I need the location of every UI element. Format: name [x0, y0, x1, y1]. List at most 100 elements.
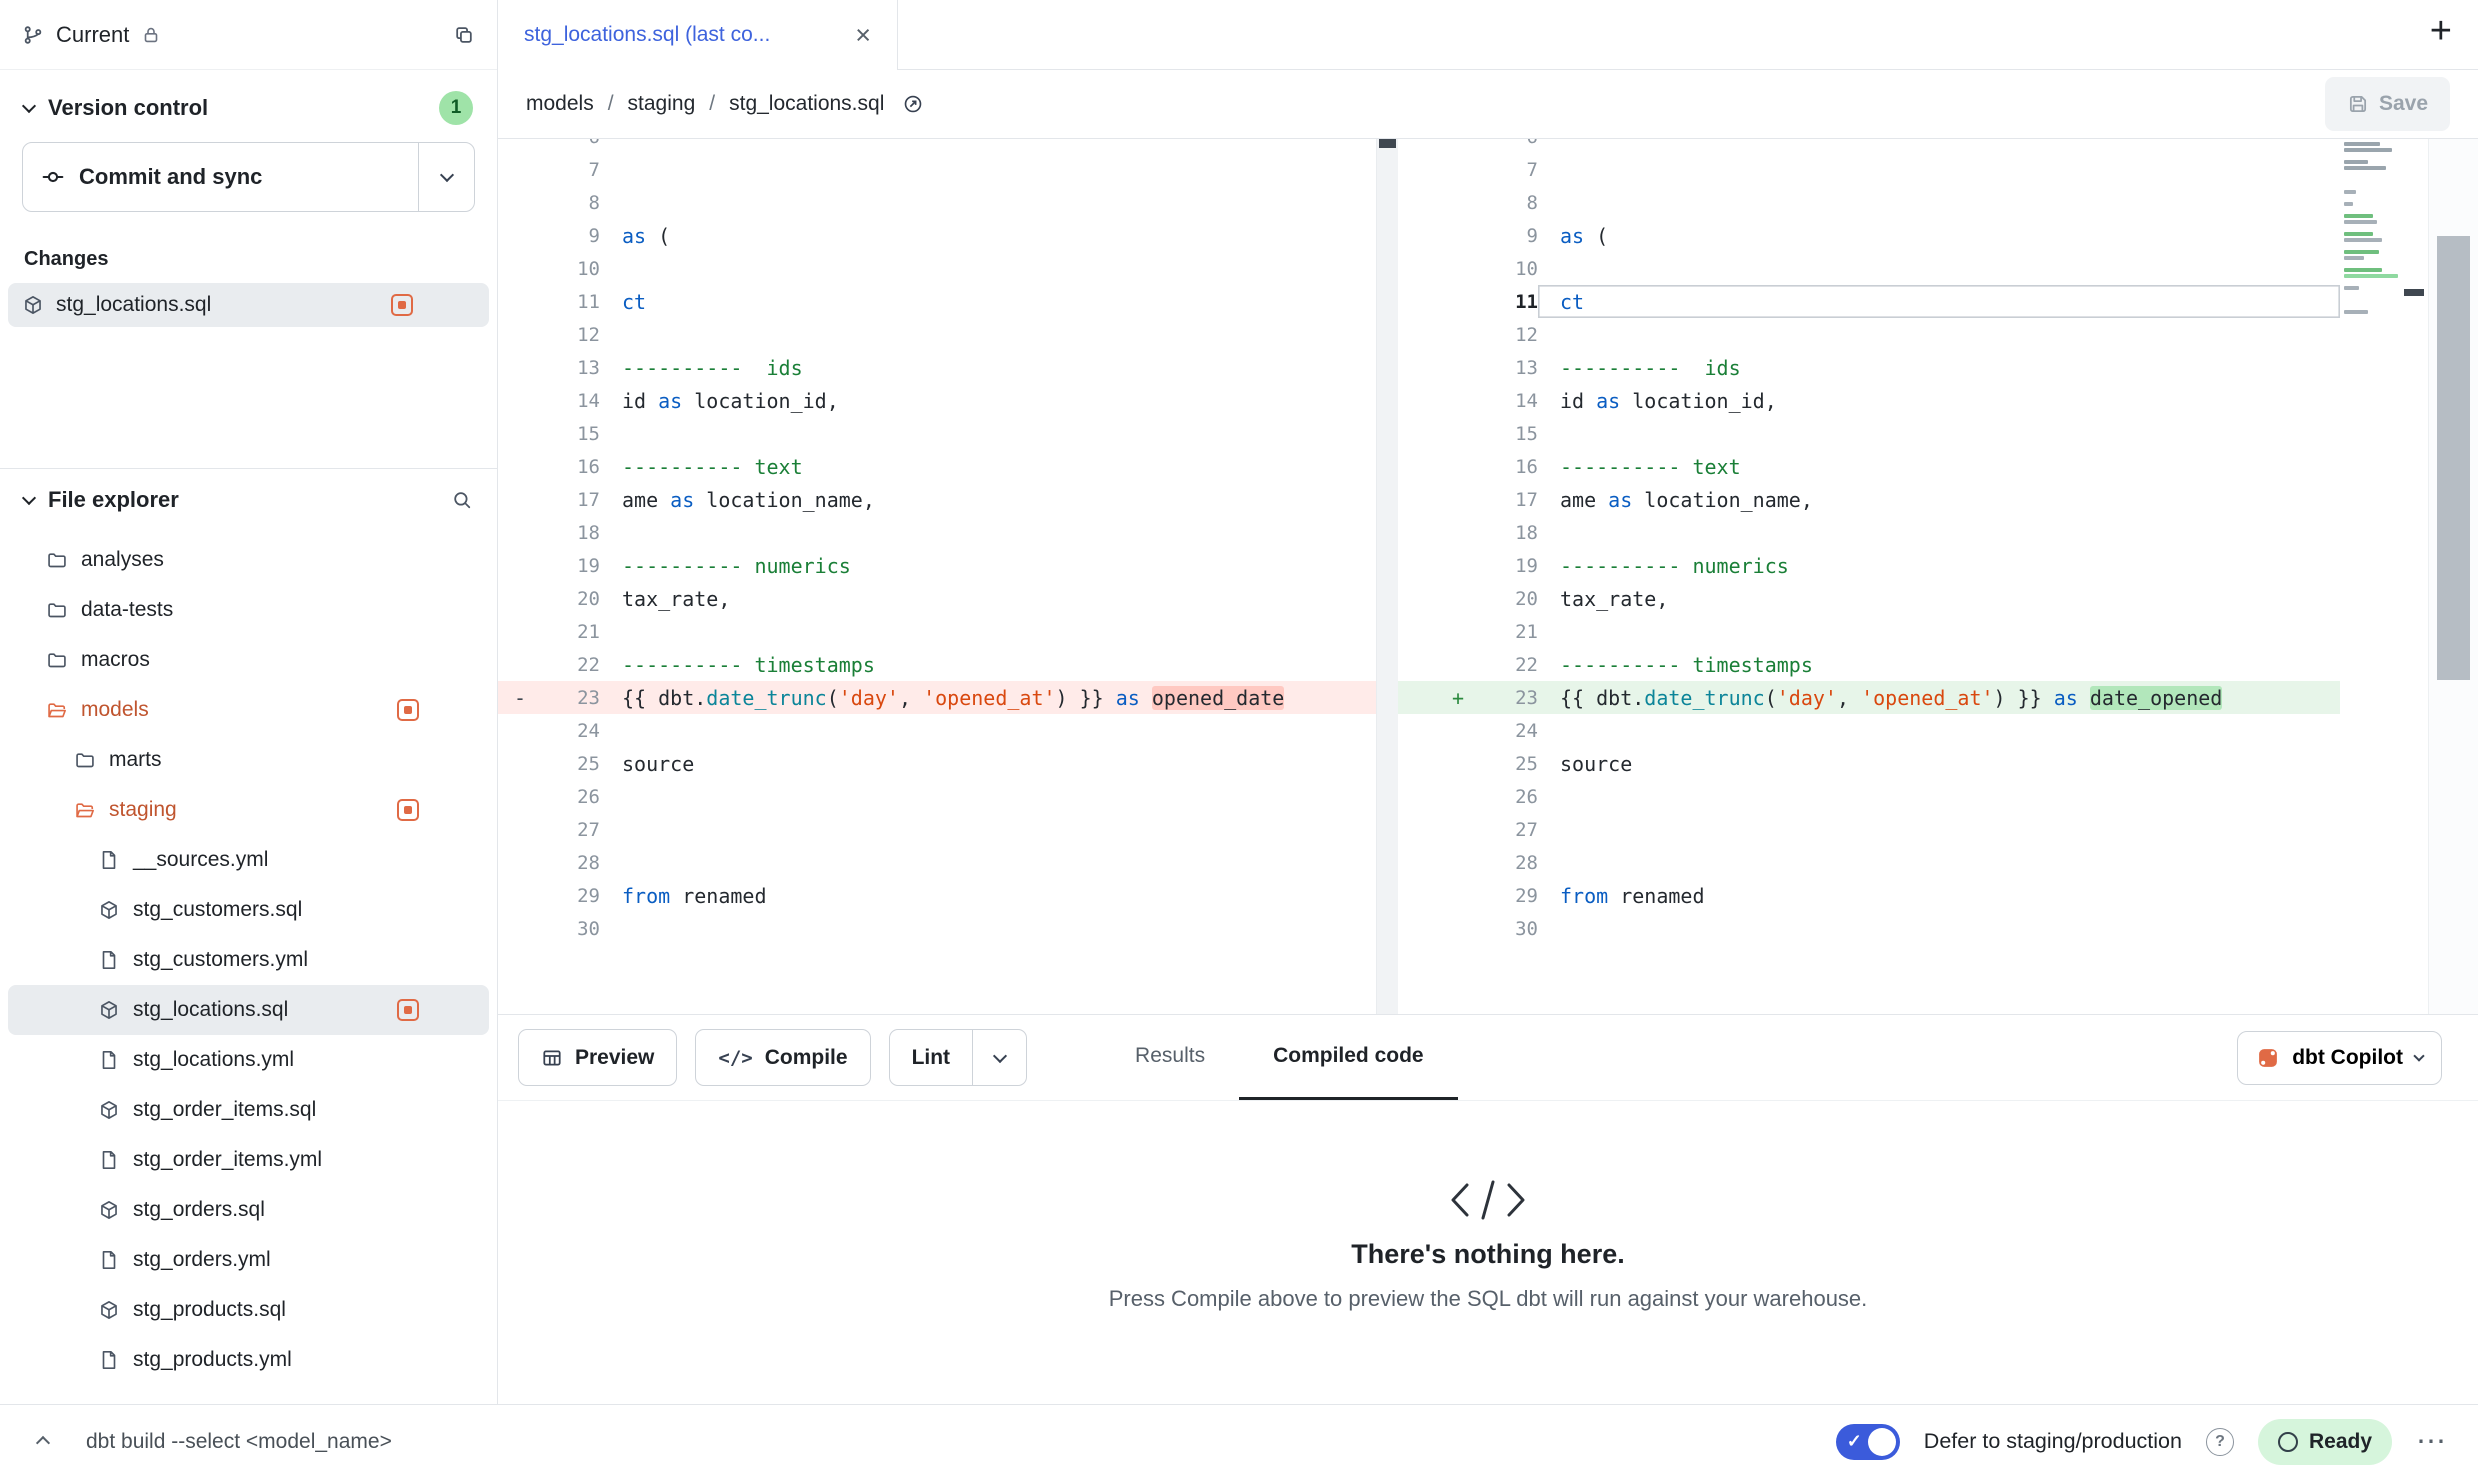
code-line-24[interactable]: 24 [498, 714, 1376, 747]
help-icon[interactable]: ? [2206, 1428, 2234, 1456]
code-line-10[interactable]: 10 [1398, 252, 2340, 285]
code-line-25[interactable]: 25source [498, 747, 1376, 780]
scrollbar-thumb[interactable] [2437, 236, 2470, 680]
code-line-7[interactable]: 7 [498, 153, 1376, 186]
tree-item-stg_order_items-sql[interactable]: stg_order_items.sql [8, 1085, 489, 1135]
compile-button[interactable]: </> Compile [695, 1029, 870, 1086]
search-icon[interactable] [451, 489, 473, 511]
tree-item-marts[interactable]: marts [8, 735, 489, 785]
changed-file-row[interactable]: stg_locations.sql [8, 283, 489, 327]
code-line-7[interactable]: 7 [1398, 153, 2340, 186]
lint-button[interactable]: Lint [889, 1029, 973, 1086]
code-line-13[interactable]: 13---------- ids [498, 351, 1376, 384]
tree-item-stg_products-sql[interactable]: stg_products.sql [8, 1285, 489, 1335]
tree-item-staging[interactable]: staging [8, 785, 489, 835]
close-icon[interactable]: × [855, 22, 871, 49]
commit-options-button[interactable] [418, 143, 474, 211]
code-line-28[interactable]: 28 [1398, 846, 2340, 879]
code-line-14[interactable]: 14id as location_id, [1398, 384, 2340, 417]
cli-command-text[interactable]: dbt build --select <model_name> [86, 1430, 392, 1454]
code-line-18[interactable]: 18 [498, 516, 1376, 549]
save-button[interactable]: Save [2325, 77, 2450, 131]
overflow-menu-button[interactable]: ⋯ [2416, 1424, 2448, 1459]
code-line-22[interactable]: 22---------- timestamps [498, 648, 1376, 681]
tree-item-analyses[interactable]: analyses [8, 535, 489, 585]
version-control-header[interactable]: Version control 1 [0, 86, 497, 130]
lineage-icon[interactable] [902, 93, 924, 115]
tab-results[interactable]: Results [1101, 1015, 1239, 1100]
branch-selector[interactable]: Current [0, 0, 497, 70]
code-line-9[interactable]: 9as ( [1398, 219, 2340, 252]
code-line-26[interactable]: 26 [1398, 780, 2340, 813]
code-line-25[interactable]: 25source [1398, 747, 2340, 780]
code-line-17[interactable]: 17ame as location_name, [498, 483, 1376, 516]
code-line-27[interactable]: 27 [1398, 813, 2340, 846]
code-line-23[interactable]: +23{{ dbt.date_trunc('day', 'opened_at')… [1398, 681, 2340, 714]
expand-panel-button[interactable] [30, 1424, 56, 1459]
code-line-22[interactable]: 22---------- timestamps [1398, 648, 2340, 681]
tree-item-stg_products-yml[interactable]: stg_products.yml [8, 1335, 489, 1385]
code-line-13[interactable]: 13---------- ids [1398, 351, 2340, 384]
code-line-15[interactable]: 15 [1398, 417, 2340, 450]
lint-options-button[interactable] [973, 1029, 1027, 1086]
dbt-copilot-button[interactable]: dbt Copilot [2237, 1031, 2442, 1085]
diff-pane-original[interactable]: 6789as (1011ct1213---------- ids14id as … [498, 139, 1376, 1014]
editor-scrollbar[interactable] [2428, 139, 2478, 1014]
code-line-20[interactable]: 20tax_rate, [1398, 582, 2340, 615]
code-line-29[interactable]: 29from renamed [1398, 879, 2340, 912]
code-line-16[interactable]: 16---------- text [498, 450, 1376, 483]
code-line-11[interactable]: 11ct [498, 285, 1376, 318]
tree-item-macros[interactable]: macros [8, 635, 489, 685]
tree-item-stg_customers-sql[interactable]: stg_customers.sql [8, 885, 489, 935]
code-line-20[interactable]: 20tax_rate, [498, 582, 1376, 615]
code-line-30[interactable]: 30 [1398, 912, 2340, 945]
code-line-29[interactable]: 29from renamed [498, 879, 1376, 912]
copy-icon[interactable] [453, 24, 475, 46]
code-line-8[interactable]: 8 [498, 186, 1376, 219]
tab-stg-locations[interactable]: stg_locations.sql (last co... × [498, 0, 898, 70]
code-line-26[interactable]: 26 [498, 780, 1376, 813]
tree-item-stg_orders-yml[interactable]: stg_orders.yml [8, 1235, 489, 1285]
code-line-11[interactable]: 11ct [1398, 285, 2340, 318]
defer-toggle[interactable]: ✓ [1836, 1424, 1900, 1460]
file-explorer-header[interactable]: File explorer [0, 469, 497, 531]
code-line-17[interactable]: 17ame as location_name, [1398, 483, 2340, 516]
code-line-12[interactable]: 12 [1398, 318, 2340, 351]
tree-item-__sources-yml[interactable]: __sources.yml [8, 835, 489, 885]
code-line-19[interactable]: 19---------- numerics [1398, 549, 2340, 582]
tree-item-stg_locations-sql[interactable]: stg_locations.sql [8, 985, 489, 1035]
status-badge[interactable]: Ready [2258, 1419, 2392, 1465]
tree-item-stg_order_items-yml[interactable]: stg_order_items.yml [8, 1135, 489, 1185]
code-line-14[interactable]: 14id as location_id, [498, 384, 1376, 417]
code-line-18[interactable]: 18 [1398, 516, 2340, 549]
code-line-24[interactable]: 24 [1398, 714, 2340, 747]
commit-and-sync-button[interactable]: Commit and sync [22, 142, 475, 212]
tree-item-models[interactable]: models [8, 685, 489, 735]
tab-compiled-code[interactable]: Compiled code [1239, 1015, 1458, 1100]
code-line-21[interactable]: 21 [1398, 615, 2340, 648]
preview-button[interactable]: Preview [518, 1029, 677, 1086]
breadcrumb-models[interactable]: models [526, 92, 594, 116]
tree-item-stg_locations-yml[interactable]: stg_locations.yml [8, 1035, 489, 1085]
diff-pane-modified[interactable]: 6789as (1011ct1213---------- ids14id as … [1398, 139, 2340, 1014]
breadcrumb-file[interactable]: stg_locations.sql [729, 92, 884, 116]
code-line-6[interactable]: 6 [498, 139, 1376, 153]
code-line-30[interactable]: 30 [498, 912, 1376, 945]
new-tab-button[interactable]: + [2430, 12, 2452, 50]
code-line-15[interactable]: 15 [498, 417, 1376, 450]
code-line-10[interactable]: 10 [498, 252, 1376, 285]
code-line-23[interactable]: -23{{ dbt.date_trunc('day', 'opened_at')… [498, 681, 1376, 714]
minimap[interactable] [2340, 139, 2402, 1014]
code-line-21[interactable]: 21 [498, 615, 1376, 648]
code-line-28[interactable]: 28 [498, 846, 1376, 879]
code-line-6[interactable]: 6 [1398, 139, 2340, 153]
tree-item-stg_customers-yml[interactable]: stg_customers.yml [8, 935, 489, 985]
tree-item-stg_orders-sql[interactable]: stg_orders.sql [8, 1185, 489, 1235]
code-line-9[interactable]: 9as ( [498, 219, 1376, 252]
code-line-27[interactable]: 27 [498, 813, 1376, 846]
code-line-16[interactable]: 16---------- text [1398, 450, 2340, 483]
code-line-19[interactable]: 19---------- numerics [498, 549, 1376, 582]
tree-item-data-tests[interactable]: data-tests [8, 585, 489, 635]
breadcrumb-staging[interactable]: staging [628, 92, 696, 116]
code-line-12[interactable]: 12 [498, 318, 1376, 351]
